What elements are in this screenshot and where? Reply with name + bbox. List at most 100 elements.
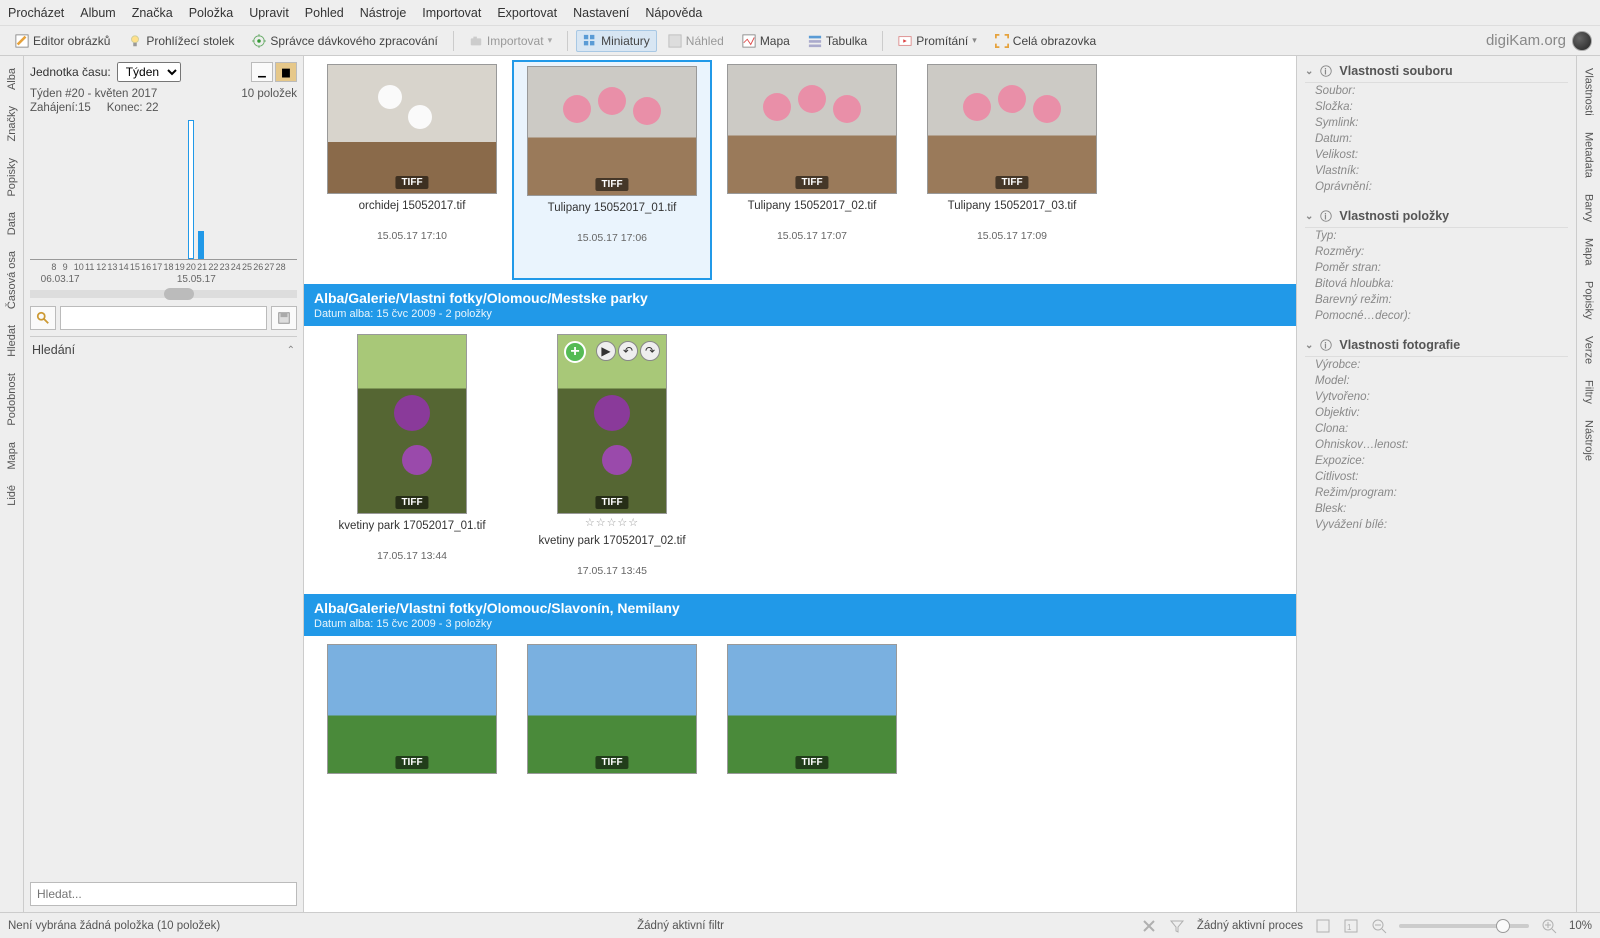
menu-nastavení[interactable]: Nastavení bbox=[573, 6, 629, 20]
histogram-axis: 06.03.17 15.05.17 8910111213141516171819… bbox=[30, 262, 297, 286]
thumbnail-image[interactable]: +▶↶↷TIFF bbox=[557, 334, 667, 514]
tick: 17 bbox=[152, 262, 162, 272]
menu-importovat[interactable]: Importovat bbox=[422, 6, 481, 20]
thumbnail-cell[interactable]: TIFFTulipany 15052017_02.tif15.05.17 17:… bbox=[712, 60, 912, 280]
zoom-in-icon[interactable] bbox=[1541, 918, 1557, 934]
thumbnail-image[interactable]: TIFF bbox=[327, 644, 497, 774]
histogram-log-button[interactable]: ▆ bbox=[275, 62, 297, 82]
thumbnail-cell[interactable]: TIFFTulipany 15052017_03.tif15.05.17 17:… bbox=[912, 60, 1112, 280]
thumbnail-image[interactable]: TIFF bbox=[327, 64, 497, 194]
props-header[interactable]: ⌄ i Vlastnosti souboru bbox=[1305, 60, 1568, 83]
right-tab-metadata[interactable]: Metadata bbox=[1581, 124, 1597, 186]
global-search-input[interactable] bbox=[30, 882, 297, 906]
timeline-search-input[interactable] bbox=[60, 306, 267, 330]
table-view-button[interactable]: Tabulka bbox=[801, 30, 874, 52]
rotate-left-icon[interactable]: ↶ bbox=[618, 341, 638, 361]
thumbnail-cell[interactable]: +▶↶↷TIFF☆☆☆☆☆kvetiny park 17052017_02.ti… bbox=[512, 330, 712, 590]
histogram-scrollbar[interactable] bbox=[30, 290, 297, 298]
prop-row: Symlink: bbox=[1305, 115, 1568, 131]
left-tab-alba[interactable]: Alba bbox=[4, 60, 20, 98]
prop-row: Typ: bbox=[1305, 228, 1568, 244]
timeline-panel: Jednotka času: Týden ▁ ▆ Týden #20 - kvě… bbox=[24, 56, 304, 912]
timeline-histogram[interactable] bbox=[30, 120, 297, 260]
menu-pohled[interactable]: Pohled bbox=[305, 6, 344, 20]
right-tab-filtry[interactable]: Filtry bbox=[1581, 372, 1597, 412]
clear-filter-icon[interactable] bbox=[1141, 918, 1157, 934]
menu-položka[interactable]: Položka bbox=[189, 6, 233, 20]
left-tab-lidé[interactable]: Lidé bbox=[4, 477, 20, 514]
batch-button[interactable]: Správce dávkového zpracování bbox=[245, 30, 444, 52]
slideshow-button[interactable]: Promítání ▾ bbox=[891, 30, 984, 52]
left-tab-mapa[interactable]: Mapa bbox=[4, 434, 20, 478]
thumbnail-cell[interactable]: TIFFkvetiny park 17052017_01.tif17.05.17… bbox=[312, 330, 512, 590]
menu-nápověda[interactable]: Nápověda bbox=[645, 6, 702, 20]
import-button[interactable]: Importovat ▾ bbox=[462, 30, 559, 52]
format-badge: TIFF bbox=[995, 176, 1028, 189]
file-name: Tulipany 15052017_02.tif bbox=[748, 200, 877, 212]
thumbnail-image[interactable]: TIFF bbox=[927, 64, 1097, 194]
thumbnail-image[interactable]: TIFF bbox=[727, 644, 897, 774]
left-tab-podobnost[interactable]: Podobnost bbox=[4, 365, 20, 434]
zoom-out-icon[interactable] bbox=[1371, 918, 1387, 934]
file-name: Tulipany 15052017_03.tif bbox=[948, 200, 1077, 212]
searches-section-header[interactable]: Hledání ⌃ bbox=[30, 336, 297, 363]
thumbnail-cell[interactable]: TIFFTulipany 15052017_01.tif15.05.17 17:… bbox=[512, 60, 712, 280]
time-unit-select[interactable]: Týden bbox=[117, 62, 181, 82]
prop-row: Expozice: bbox=[1305, 453, 1568, 469]
rating-stars[interactable]: ☆☆☆☆☆ bbox=[585, 516, 639, 529]
left-tab-data[interactable]: Data bbox=[4, 204, 20, 243]
save-search-button[interactable] bbox=[30, 306, 56, 330]
right-tab-verze[interactable]: Verze bbox=[1581, 328, 1597, 372]
left-tab-hledat[interactable]: Hledat bbox=[4, 317, 20, 365]
right-sidebar-tabs: VlastnostiMetadataBarvyMapaPopiskyVerzeF… bbox=[1576, 56, 1600, 912]
thumbnail-cell[interactable]: TIFForchidej 15052017.tif15.05.17 17:10 bbox=[312, 60, 512, 280]
prop-row: Oprávnění: bbox=[1305, 179, 1568, 195]
left-tab-časová osa[interactable]: Časová osa bbox=[4, 243, 20, 317]
thumbnail-image[interactable]: TIFF bbox=[527, 644, 697, 774]
play-icon[interactable]: ▶ bbox=[596, 341, 616, 361]
histogram-linear-button[interactable]: ▁ bbox=[251, 62, 273, 82]
thumbnail-image[interactable]: TIFF bbox=[727, 64, 897, 194]
rotate-right-icon[interactable]: ↷ bbox=[640, 341, 660, 361]
prop-row: Velikost: bbox=[1305, 147, 1568, 163]
preview-view-button[interactable]: Náhled bbox=[661, 30, 731, 52]
format-badge: TIFF bbox=[395, 496, 428, 509]
menu-nástroje[interactable]: Nástroje bbox=[360, 6, 407, 20]
lighttable-button[interactable]: Prohlížecí stolek bbox=[121, 30, 241, 52]
thumbnail-image[interactable]: TIFF bbox=[357, 334, 467, 514]
chevron-up-icon: ⌃ bbox=[287, 345, 295, 356]
right-tab-popisky[interactable]: Popisky bbox=[1581, 273, 1597, 328]
zoom-slider[interactable] bbox=[1399, 924, 1529, 928]
menu-album[interactable]: Album bbox=[80, 6, 115, 20]
props-header[interactable]: ⌄ i Vlastnosti fotografie bbox=[1305, 334, 1568, 357]
left-tab-značky[interactable]: Značky bbox=[4, 98, 20, 149]
zoom-100-icon[interactable]: 1 bbox=[1343, 918, 1359, 934]
thumbnail-cell[interactable]: TIFF bbox=[712, 640, 912, 860]
right-tab-nástroje[interactable]: Nástroje bbox=[1581, 412, 1597, 469]
right-tab-barvy[interactable]: Barvy bbox=[1581, 186, 1597, 230]
file-date: 15.05.17 17:06 bbox=[577, 232, 647, 244]
fullscreen-button[interactable]: Celá obrazovka bbox=[988, 30, 1103, 52]
prop-row: Složka: bbox=[1305, 99, 1568, 115]
right-tab-vlastnosti[interactable]: Vlastnosti bbox=[1581, 60, 1597, 124]
thumbnails-view-button[interactable]: Miniatury bbox=[576, 30, 657, 52]
add-icon[interactable]: + bbox=[564, 341, 586, 363]
thumbnail-image[interactable]: TIFF bbox=[527, 66, 697, 196]
save-icon-button[interactable] bbox=[271, 306, 297, 330]
menu-upravit[interactable]: Upravit bbox=[249, 6, 289, 20]
zoom-fit-icon[interactable] bbox=[1315, 918, 1331, 934]
thumbnail-cell[interactable]: TIFF bbox=[512, 640, 712, 860]
tick: 12 bbox=[96, 262, 106, 272]
tick: 8 bbox=[51, 262, 56, 272]
right-tab-mapa[interactable]: Mapa bbox=[1581, 230, 1597, 274]
menu-značka[interactable]: Značka bbox=[132, 6, 173, 20]
props-header[interactable]: ⌄ i Vlastnosti položky bbox=[1305, 205, 1568, 228]
filter-icon[interactable] bbox=[1169, 918, 1185, 934]
editor-button[interactable]: Editor obrázků bbox=[8, 30, 117, 52]
menu-exportovat[interactable]: Exportovat bbox=[497, 6, 557, 20]
left-tab-popisky[interactable]: Popisky bbox=[4, 150, 20, 205]
thumbnail-cell[interactable]: TIFF bbox=[312, 640, 512, 860]
menu-procházet[interactable]: Procházet bbox=[8, 6, 64, 20]
map-view-button[interactable]: Mapa bbox=[735, 30, 797, 52]
tick: 18 bbox=[164, 262, 174, 272]
